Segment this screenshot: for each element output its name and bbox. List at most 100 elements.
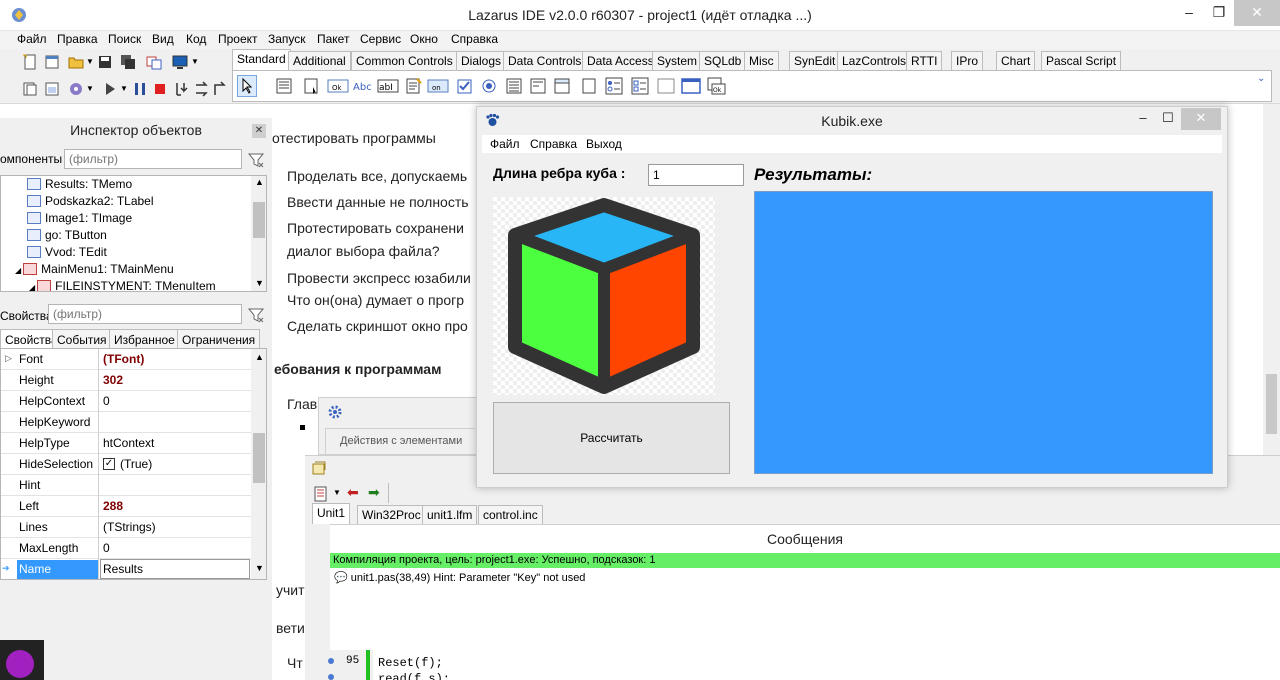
property-row[interactable]: HelpKeyword — [1, 412, 251, 433]
tradiobutton-icon[interactable] — [481, 77, 497, 95]
tree-item[interactable]: go: TButton — [27, 228, 107, 245]
palette-tab-data-access[interactable]: Data Access — [582, 51, 659, 70]
kubik-close-button[interactable]: ✕ — [1181, 108, 1221, 130]
save-all-icon[interactable] — [120, 54, 136, 70]
property-row[interactable]: HideSelection ✓ (True) — [1, 454, 251, 475]
kubik-minimize-button[interactable]: – — [1133, 108, 1153, 130]
view-units-icon[interactable] — [22, 81, 38, 97]
property-row[interactable]: MaxLength 0 — [1, 538, 251, 559]
tree-item[interactable]: Image1: TImage — [27, 211, 132, 228]
palette-tab-synedit[interactable]: SynEdit — [789, 51, 841, 70]
menu-code[interactable]: Код — [186, 32, 206, 46]
breakpoint-dot-icon[interactable] — [328, 674, 334, 680]
stop-icon[interactable] — [152, 81, 168, 97]
code-line[interactable]: Reset(f); — [378, 656, 443, 670]
tree-item[interactable]: Vvod: TEdit — [27, 245, 107, 262]
tedit-icon[interactable]: abI — [377, 77, 399, 95]
build-mode-icon[interactable] — [68, 81, 84, 97]
tree-item[interactable]: ◢ MainMenu1: TMainMenu — [15, 262, 174, 279]
property-row[interactable]: Height 302 — [1, 370, 251, 391]
edge-length-input[interactable] — [648, 164, 744, 186]
menu-package[interactable]: Пакет — [317, 32, 349, 46]
tree-scrollbar[interactable]: ▲ ▼ — [251, 176, 266, 291]
toggle-view-icon[interactable] — [44, 81, 60, 97]
menu-file[interactable]: Файл — [17, 32, 47, 46]
checkbox-checked-icon[interactable]: ✓ — [103, 458, 115, 470]
tcombobox-icon[interactable] — [529, 77, 547, 95]
properties-filter-input[interactable] — [48, 304, 242, 324]
property-row[interactable]: Lines (TStrings) — [1, 517, 251, 538]
palette-tab-ipro[interactable]: IPro — [951, 51, 984, 70]
property-row[interactable]: ▷ Font (TFont) — [1, 349, 251, 370]
bookmark-list-icon[interactable] — [313, 486, 329, 502]
filter-icon[interactable] — [247, 151, 265, 169]
maximize-button[interactable]: ❐ — [1204, 0, 1234, 26]
taskbar-app-icon[interactable] — [6, 650, 34, 678]
filter-icon[interactable] — [247, 306, 265, 324]
tab-restrictions[interactable]: Ограничения — [177, 329, 261, 349]
kubik-menu-exit[interactable]: Выход — [586, 137, 622, 151]
step-over-icon[interactable] — [194, 81, 210, 97]
breakpoint-dot-icon[interactable] — [328, 658, 334, 664]
view-forms-icon[interactable] — [172, 54, 188, 70]
tcheckgroup-icon[interactable] — [631, 77, 649, 95]
property-row-selected[interactable]: ➔ Name Results — [1, 559, 251, 579]
expand-arrow-icon[interactable]: ◢ — [29, 283, 35, 291]
tframe-icon[interactable] — [681, 77, 701, 95]
property-scrollbar-thumb[interactable] — [253, 433, 265, 483]
results-memo[interactable] — [754, 191, 1213, 474]
property-row[interactable]: HelpContext 0 — [1, 391, 251, 412]
palette-tab-system[interactable]: System — [652, 51, 703, 70]
tgroupbox-icon[interactable] — [581, 77, 597, 95]
menu-help[interactable]: Справка — [451, 32, 498, 46]
message-success[interactable]: Компиляция проекта, цель: project1.exe: … — [330, 553, 1280, 568]
close-button[interactable]: ✕ — [1234, 0, 1280, 26]
menu-project[interactable]: Проект — [218, 32, 258, 46]
tree-item[interactable]: Results: TMemo — [27, 177, 132, 194]
ttogglebox-icon[interactable]: on — [427, 77, 449, 95]
kubik-menu-help[interactable]: Справка — [530, 137, 577, 151]
source-tab-unit1-lfm[interactable]: unit1.lfm — [422, 505, 478, 524]
property-row[interactable]: Hint — [1, 475, 251, 496]
new-form-icon[interactable] — [44, 54, 60, 70]
build-dropdown-icon[interactable]: ▼ — [86, 84, 94, 93]
palette-tab-common-controls[interactable]: Common Controls — [351, 51, 458, 70]
menu-search[interactable]: Поиск — [108, 32, 141, 46]
palette-tab-dialogs[interactable]: Dialogs — [456, 51, 507, 70]
components-filter-input[interactable] — [64, 149, 242, 169]
property-grid-scrollbar[interactable]: ▲ ▼ — [251, 349, 266, 579]
palette-tab-rtti[interactable]: RTTI — [906, 51, 943, 70]
expand-arrow-icon[interactable]: ▷ — [5, 353, 12, 364]
save-icon[interactable] — [97, 54, 113, 70]
forward-arrow-icon[interactable]: ➡ — [368, 484, 380, 501]
menu-window[interactable]: Окно — [410, 32, 438, 46]
tmainmenu-icon[interactable] — [275, 77, 293, 95]
back-arrow-icon[interactable]: ⬅ — [347, 484, 359, 501]
selection-pointer-icon[interactable] — [237, 75, 257, 97]
pause-icon[interactable] — [132, 81, 148, 97]
source-tab-unit1[interactable]: Unit1 — [312, 503, 351, 524]
calculate-button[interactable]: Рассчитать — [493, 402, 730, 474]
bookmark-dropdown-icon[interactable]: ▼ — [333, 488, 341, 497]
step-out-icon[interactable] — [212, 81, 228, 97]
kubik-menu-file[interactable]: Файл — [490, 137, 520, 151]
palette-tab-chart[interactable]: Chart — [996, 51, 1036, 70]
scroll-down-icon[interactable]: ▼ — [255, 278, 264, 288]
tmemo-icon[interactable] — [405, 77, 423, 95]
view-forms-dropdown-icon[interactable]: ▼ — [191, 57, 199, 66]
scroll-down-icon[interactable]: ▼ — [255, 563, 264, 573]
step-into-icon[interactable] — [174, 81, 190, 97]
inspector-close-button[interactable]: ✕ — [252, 124, 266, 138]
tbutton-icon[interactable]: Ok — [327, 77, 349, 95]
tpanel-icon[interactable] — [657, 77, 675, 95]
kubik-maximize-button[interactable]: ☐ — [1158, 108, 1178, 130]
minimize-button[interactable]: – — [1174, 0, 1204, 26]
palette-tab-additional[interactable]: Additional — [288, 51, 351, 70]
tlistbox-icon[interactable] — [505, 77, 523, 95]
palette-tab-standard[interactable]: Standard — [232, 49, 291, 70]
property-row[interactable]: HelpType htContext — [1, 433, 251, 454]
document-scrollbar[interactable] — [1263, 104, 1280, 456]
toggle-form-unit-icon[interactable] — [146, 54, 162, 70]
tab-events[interactable]: События — [52, 329, 112, 349]
scrollbar-thumb[interactable] — [1266, 374, 1277, 434]
